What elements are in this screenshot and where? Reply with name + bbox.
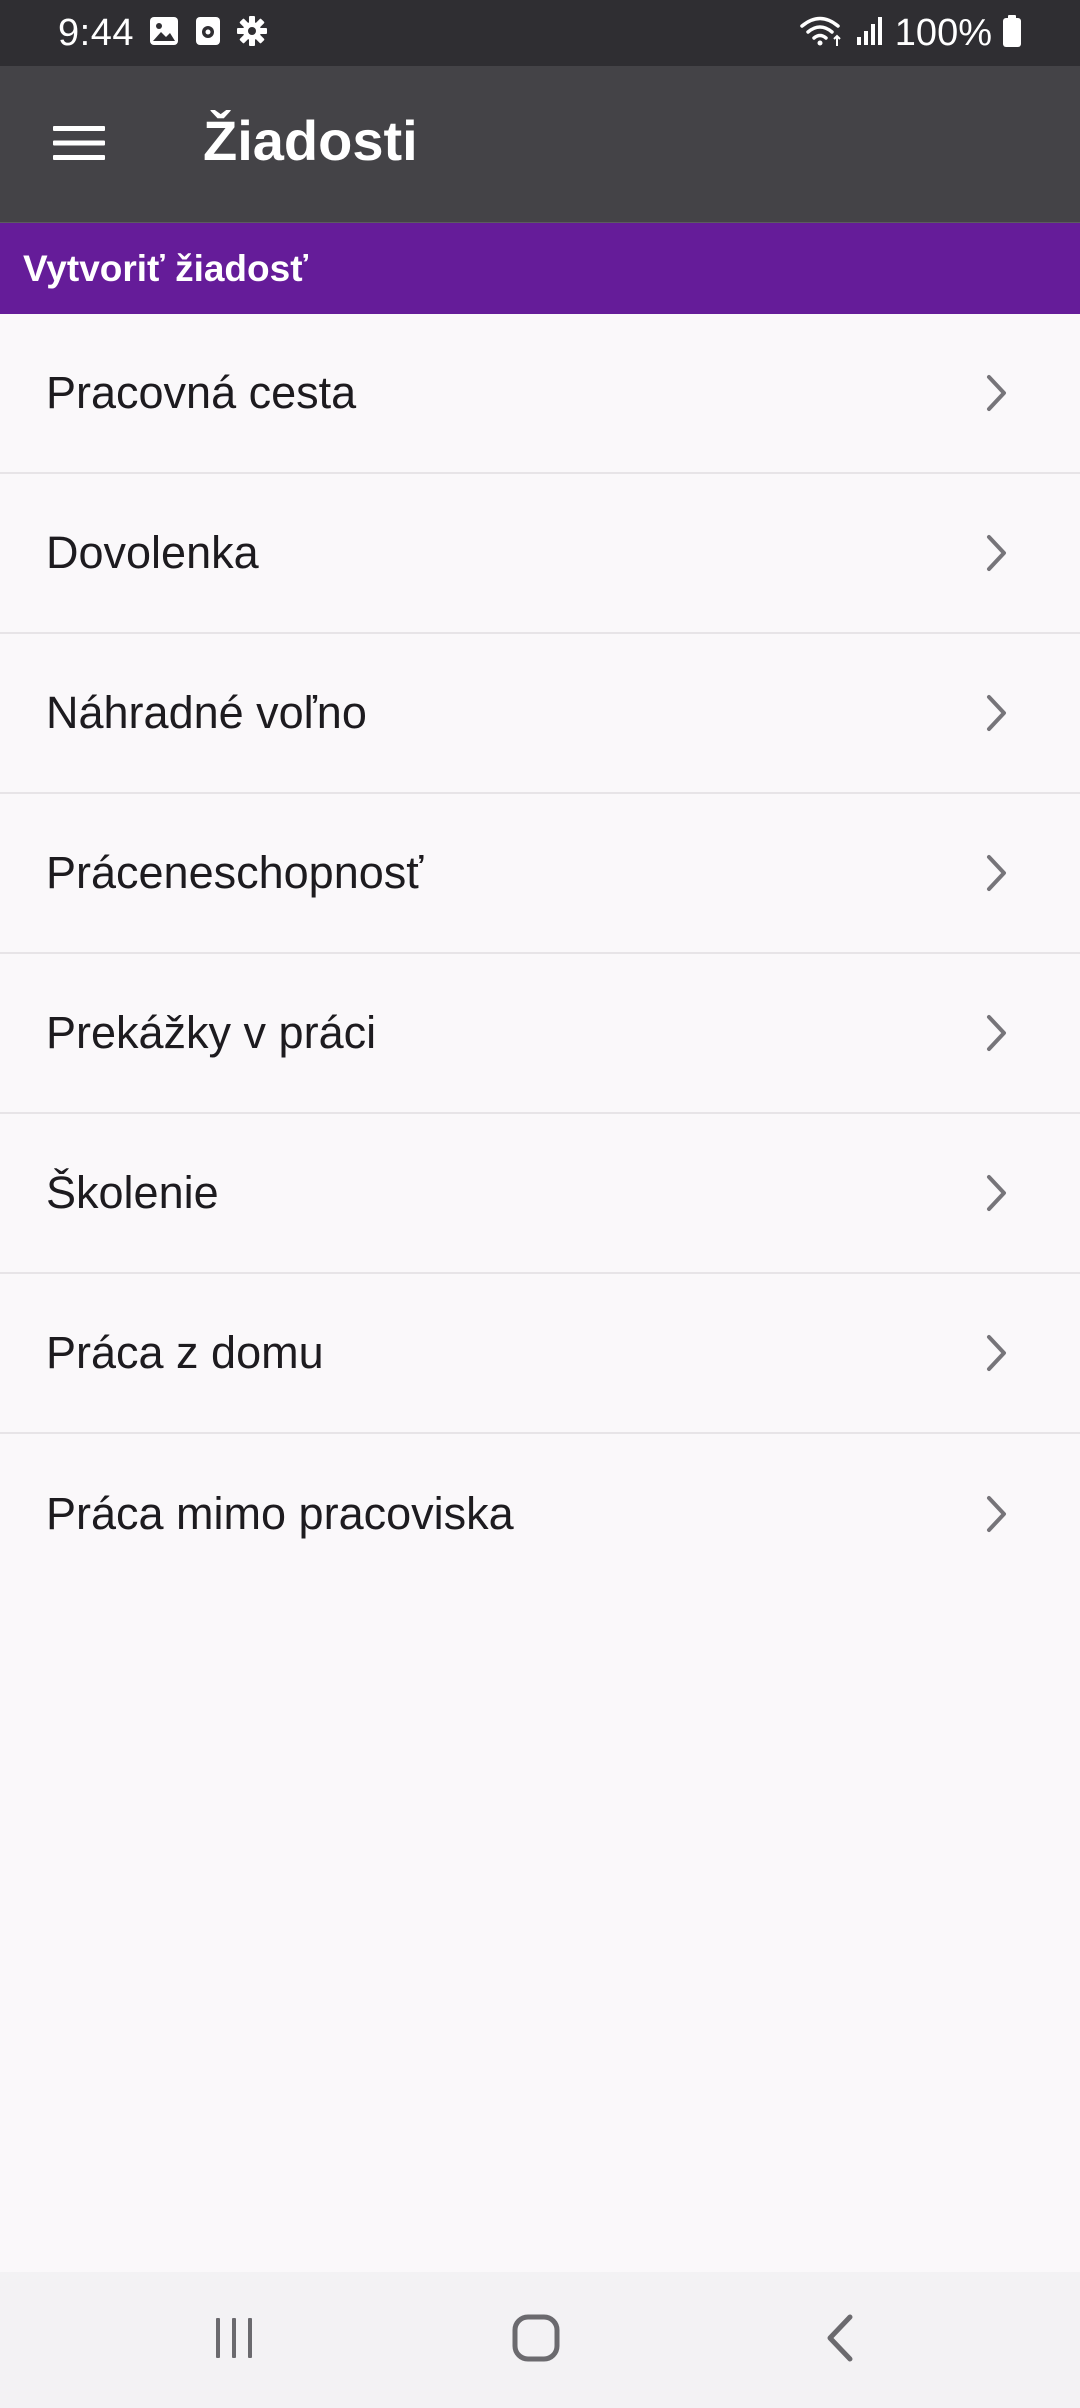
hamburger-menu-icon [51,123,107,168]
settings-icon [236,15,268,47]
chevron-right-icon [980,1011,1014,1055]
list-item-prekazky-v-praci[interactable]: Prekážky v práci [0,954,1080,1114]
list-item-label: Prekážky v práci [46,1007,377,1058]
home-icon [511,2313,561,2368]
menu-button[interactable] [44,110,114,180]
list-item-dovolenka[interactable]: Dovolenka [0,474,1080,634]
battery-percentage: 100% [894,12,992,54]
recent-apps-icon [211,2315,257,2366]
signal-icon [855,15,885,52]
back-icon [822,2313,858,2368]
status-bar: 9:44 100% [0,0,1080,66]
list-item-praceneschopnost[interactable]: Práceneschopnosť [0,794,1080,954]
list-item-label: Práca z domu [46,1327,324,1378]
home-button[interactable] [476,2300,596,2380]
battery-icon [1002,14,1022,53]
wifi-icon [799,14,845,53]
recent-apps-button[interactable] [174,2300,294,2380]
list-item-skolenie[interactable]: Školenie [0,1114,1080,1274]
status-system-icons: 100% [799,8,1022,58]
sim-card-icon [194,15,222,47]
chevron-right-icon [980,1171,1014,1215]
chevron-right-icon [980,1331,1014,1375]
status-notification-icons [148,15,268,47]
list-item-nahradne-volno[interactable]: Náhradné voľno [0,634,1080,794]
gallery-icon [148,15,180,47]
list-item-label: Dovolenka [46,527,259,578]
app-bar: Žiadosti [0,66,1080,223]
list-item-praca-z-domu[interactable]: Práca z domu [0,1274,1080,1434]
chevron-right-icon [980,1492,1014,1536]
list-item-label: Práceneschopnosť [46,847,424,898]
list-item-label: Náhradné voľno [46,687,367,738]
request-type-list: Pracovná cesta Dovolenka Náhradné voľno … [0,314,1080,1594]
chevron-right-icon [980,691,1014,735]
list-item-label: Pracovná cesta [46,367,357,418]
chevron-right-icon [980,531,1014,575]
back-button[interactable] [780,2300,900,2380]
system-navigation-bar [0,2272,1080,2408]
status-time: 9:44 [58,12,134,54]
chevron-right-icon [980,371,1014,415]
page-title: Žiadosti [203,109,418,172]
chevron-right-icon [980,851,1014,895]
list-item-praca-mimo-pracoviska[interactable]: Práca mimo pracoviska [0,1434,1080,1594]
list-item-pracovna-cesta[interactable]: Pracovná cesta [0,314,1080,474]
list-item-label: Školenie [46,1167,219,1218]
create-request-header: Vytvoriť žiadosť [0,223,1080,314]
list-item-label: Práca mimo pracoviska [46,1488,514,1539]
